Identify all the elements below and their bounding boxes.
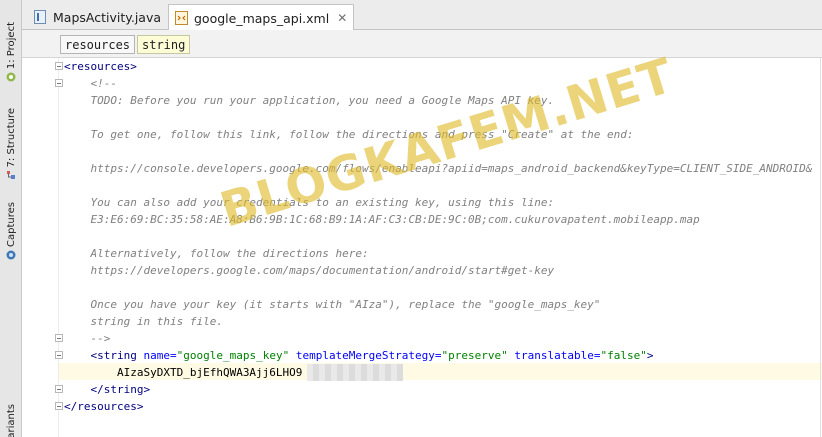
breadcrumb: resources string bbox=[22, 30, 822, 58]
tab-label: google_maps_api.xml bbox=[194, 10, 330, 26]
android-icon bbox=[6, 72, 16, 82]
code-line-20[interactable]: </string> bbox=[64, 381, 150, 398]
fold-marker-icon[interactable] bbox=[55, 62, 63, 70]
structure-tool-label: 7: Structure bbox=[5, 108, 17, 168]
code-line-16[interactable]: string in this file. bbox=[64, 313, 222, 330]
captures-tool-button[interactable]: Captures bbox=[3, 202, 19, 260]
fold-marker-icon[interactable] bbox=[55, 351, 63, 359]
api-key-text: AIzaSyDXTD_bjEfhQWA3Ajj6LHO9 bbox=[116, 366, 303, 379]
code-line-21[interactable]: </resources> bbox=[64, 398, 143, 415]
tab-label: MapsActivity.java bbox=[53, 9, 162, 25]
java-file-icon bbox=[34, 10, 46, 24]
build-variants-label: Variants bbox=[5, 404, 17, 437]
code-line-18[interactable]: <string name="google_maps_key" templateM… bbox=[64, 347, 654, 364]
code-line-13[interactable]: https://developers.google.com/maps/docum… bbox=[64, 262, 554, 279]
build-variants-tool-button[interactable]: Variants bbox=[3, 404, 19, 437]
structure-tool-button[interactable]: 7: Structure bbox=[3, 108, 19, 180]
code-line-10[interactable]: E3:E6:69:BC:35:58:AE:A8:B6:9B:1C:68:B9:1… bbox=[64, 211, 699, 228]
editor-tab-bar: MapsActivity.java ✕ google_maps_api.xml … bbox=[22, 0, 822, 31]
attr-name: templateMergeStrategy= bbox=[289, 349, 442, 362]
fold-marker-icon[interactable] bbox=[55, 402, 63, 410]
attr-value: "false" bbox=[600, 349, 647, 362]
close-tab-icon[interactable]: ✕ bbox=[337, 11, 347, 25]
structure-icon bbox=[7, 171, 15, 180]
attr-value: "preserve" bbox=[441, 349, 508, 362]
tab-google-maps-api-xml[interactable]: google_maps_api.xml ✕ bbox=[168, 4, 355, 31]
tool-window-strip: 1: Project 7: Structure Captures Variant… bbox=[0, 0, 22, 437]
tag-close: > bbox=[646, 349, 654, 362]
attr-name: name= bbox=[143, 349, 177, 362]
project-tool-label: 1: Project bbox=[5, 22, 17, 70]
fold-marker-icon[interactable] bbox=[55, 334, 63, 342]
string-open-tag: <string bbox=[90, 349, 144, 362]
redacted-key-blur bbox=[307, 364, 403, 381]
breadcrumb-resources[interactable]: resources bbox=[60, 35, 136, 54]
right-margin-guide bbox=[820, 58, 821, 437]
code-line-17[interactable]: --> bbox=[64, 330, 110, 347]
code-line-1[interactable]: <resources> bbox=[64, 58, 137, 75]
attr-name: translatable= bbox=[507, 349, 601, 362]
editor-gutter bbox=[22, 58, 63, 437]
camera-icon bbox=[6, 250, 16, 260]
project-tool-button[interactable]: 1: Project bbox=[3, 22, 19, 82]
tab-mapsactivity-java[interactable]: MapsActivity.java ✕ bbox=[28, 4, 185, 30]
attr-value: "google_maps_key" bbox=[176, 349, 290, 362]
captures-tool-label: Captures bbox=[5, 202, 17, 247]
fold-marker-icon[interactable] bbox=[55, 385, 63, 393]
fold-marker-icon[interactable] bbox=[55, 79, 63, 87]
breadcrumb-string[interactable]: string bbox=[137, 35, 191, 54]
code-line-12[interactable]: Alternatively, follow the directions her… bbox=[64, 245, 368, 262]
code-line-19[interactable]: AIzaSyDXTD_bjEfhQWA3Ajj6LHO9 bbox=[64, 364, 302, 381]
code-line-2[interactable]: <!-- bbox=[64, 75, 117, 92]
xml-file-icon bbox=[175, 11, 188, 25]
code-line-15[interactable]: Once you have your key (it starts with "… bbox=[64, 296, 600, 313]
